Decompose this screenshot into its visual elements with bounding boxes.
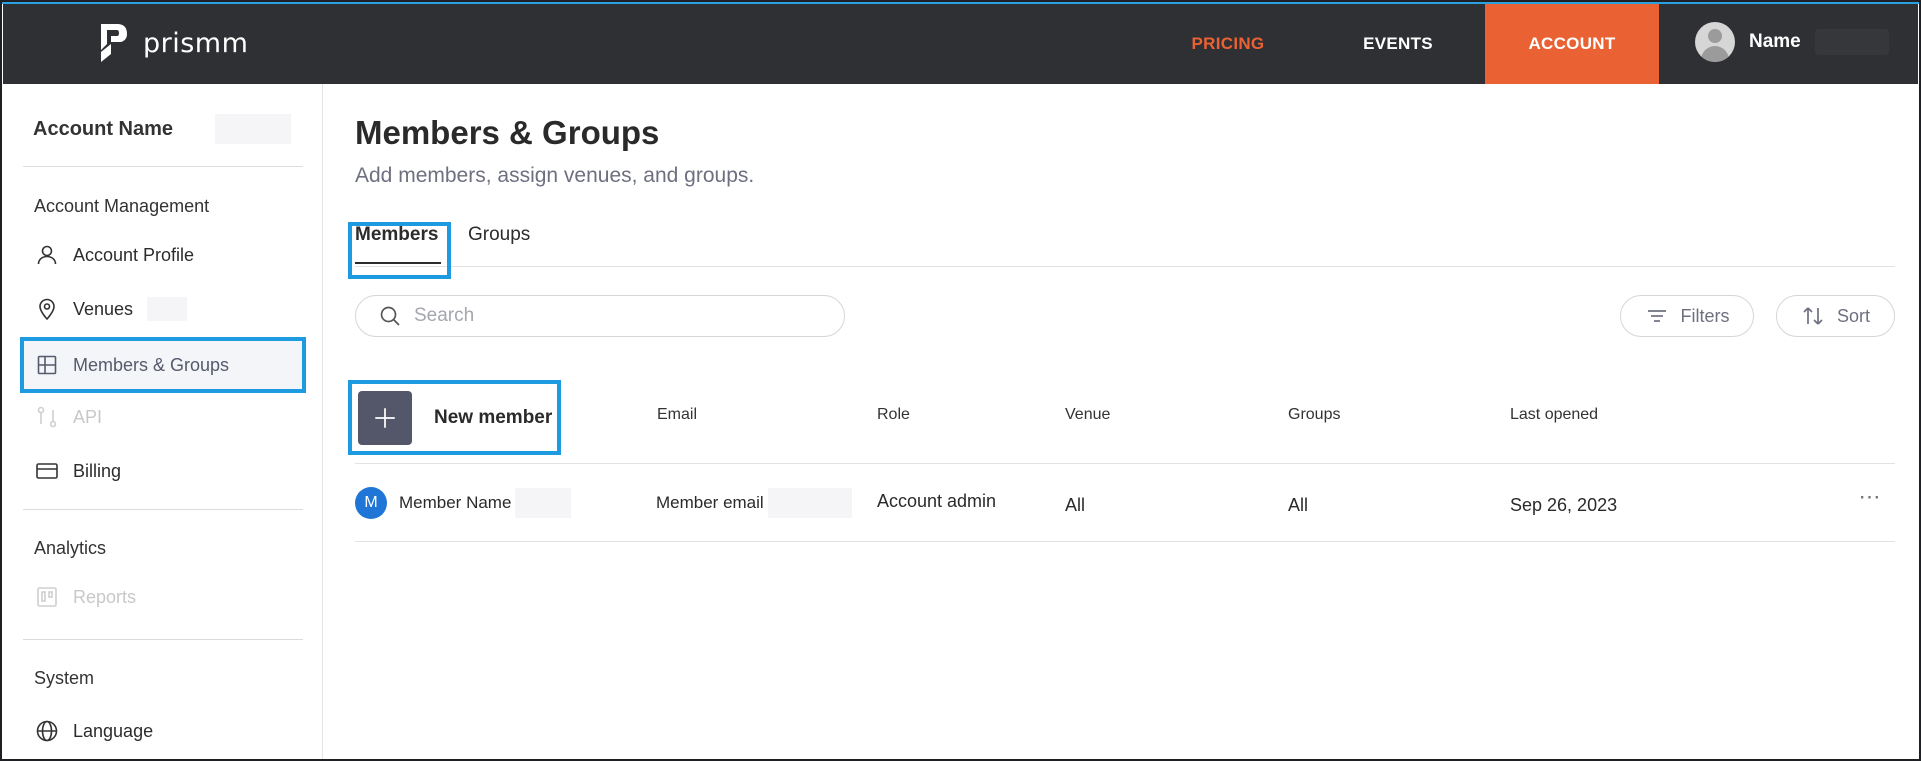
window-frame (0, 0, 1921, 761)
